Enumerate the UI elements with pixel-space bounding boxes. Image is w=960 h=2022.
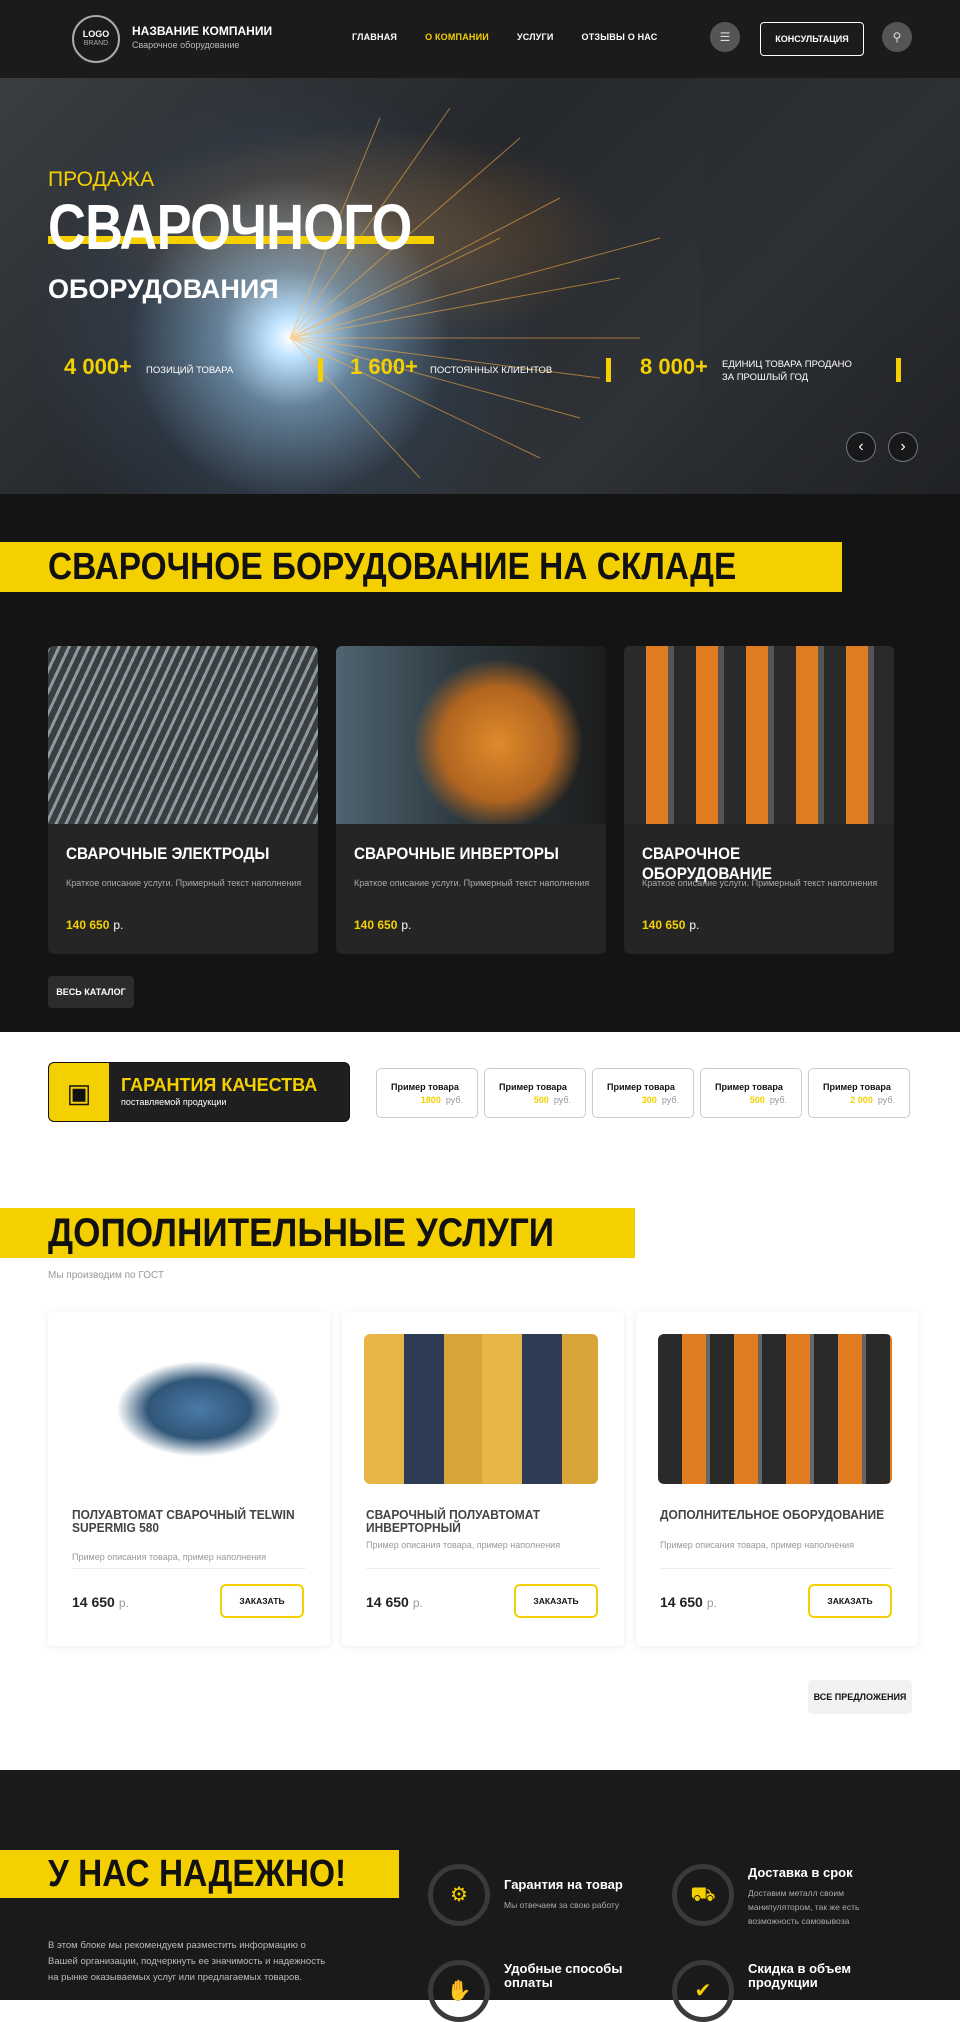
nav-reviews[interactable]: ОТЗЫВЫ О НАС [582, 32, 658, 42]
services-title: ДОПОЛНИТЕЛЬНЫЕ УСЛУГИ [0, 1208, 636, 1258]
feature-title: Гарантия на товар [504, 1877, 623, 1892]
catalog-button[interactable]: ВЕСЬ КАТАЛОГ [48, 976, 134, 1008]
product-chip[interactable]: Пример товара 500 руб. [700, 1068, 802, 1118]
stat-label: ПОЗИЦИЙ ТОВАРА [146, 365, 234, 376]
menu-icon[interactable]: ☰ [710, 22, 740, 52]
card-price: 140 650 р. [642, 918, 700, 932]
order-button[interactable]: ЗАКАЗАТЬ [808, 1584, 892, 1618]
warehouse-section: СВАРОЧНОЕ БОРУДОВАНИЕ НА СКЛАДЕ СВАРОЧНЫ… [0, 494, 960, 1032]
stat-number: 4 000+ [64, 354, 132, 379]
electrodes-image [48, 646, 318, 824]
stat-label: ПОСТОЯННЫХ КЛИЕНТОВ [430, 365, 553, 376]
card-price: 14 650 р. [366, 1594, 423, 1610]
card-desc: Краткое описание услуги. Примерный текст… [66, 878, 302, 888]
card-desc: Пример описания товара, пример наполнени… [366, 1540, 561, 1550]
feature-desc: Мы отвечаем за свою работу [504, 1900, 620, 1910]
divider [660, 1568, 894, 1569]
warranty-icon: ⚙ [428, 1864, 490, 1926]
consultation-button[interactable]: КОНСУЛЬТАЦИЯ [760, 22, 864, 56]
product-chip[interactable]: Пример товара 500 руб. [484, 1068, 586, 1118]
stat-number: 1 600+ [350, 354, 418, 379]
services-subtitle: Мы производим по ГОСТ [48, 1270, 165, 1281]
equipment-image [624, 646, 894, 824]
product-chip[interactable]: Пример товара 2 000 руб. [808, 1068, 910, 1118]
card-title: СВАРОЧНЫЕ ИНВЕРТОРЫ [354, 844, 559, 863]
card-title: ПОЛУАВТОМАТ СВАРОЧНЫЙ TELWIN SUPERMIG 58… [72, 1507, 295, 1535]
card-price: 140 650 р. [66, 918, 124, 932]
delivery-icon: ⛟ [672, 1864, 734, 1926]
inverter-image [336, 646, 606, 824]
guarantee-title: ГАРАНТИЯ КАЧЕСТВА [121, 1075, 318, 1095]
reliability-text: В этом блоке мы рекомендуем разместить и… [48, 1940, 326, 1983]
product-card[interactable]: СВАРОЧНЫЕ ИНВЕРТОРЫ Краткое описание усл… [336, 646, 606, 954]
order-button[interactable]: ЗАКАЗАТЬ [514, 1584, 598, 1618]
card-desc: Пример описания товара, пример наполнени… [72, 1552, 267, 1562]
stat-divider [896, 358, 901, 382]
stat-divider [318, 358, 323, 382]
feature-title: Скидка в объем продукции [748, 1961, 852, 1990]
all-offers-button[interactable]: ВСЕ ПРЕДЛОЖЕНИЯ [808, 1680, 912, 1714]
card-price: 14 650 р. [660, 1594, 717, 1610]
feature-title: Доставка в срок [748, 1865, 853, 1880]
card-price: 14 650 р. [72, 1594, 129, 1610]
card-title: СВАРОЧНЫЕ ЭЛЕКТРОДЫ [66, 844, 270, 863]
hero-pretitle: ПРОДАЖА [48, 168, 155, 191]
company-name: НАЗВАНИЕ КОМПАНИИ [132, 24, 273, 38]
card-title: СВАРОЧНЫЙ ПОЛУАВТОМАТ ИНВЕРТОРНЫЙ [366, 1507, 541, 1535]
guarantee-banner: ▣ ГАРАНТИЯ КАЧЕСТВА поставляемой продукц… [48, 1062, 350, 1122]
hero-title: СВАРОЧНОГО [48, 191, 412, 263]
location-pin-icon[interactable]: ⚲ [882, 22, 912, 52]
card-desc: Краткое описание услуги. Примерный текст… [354, 878, 590, 888]
inverter-semiauto-image [364, 1334, 598, 1484]
nav-about[interactable]: О КОМПАНИИ [425, 32, 489, 42]
slider-prev-icon[interactable]: ‹ [846, 432, 876, 462]
product-card[interactable]: СВАРОЧНЫЕ ЭЛЕКТРОДЫ Краткое описание усл… [48, 646, 318, 954]
product-chip[interactable]: Пример товара 1800 руб. [376, 1068, 478, 1118]
nav-services[interactable]: УСЛУГИ [517, 32, 554, 42]
card-title: ДОПОЛНИТЕЛЬНОЕ ОБОРУДОВАНИЕ [660, 1507, 885, 1522]
payment-icon: ✋ [428, 1960, 490, 2022]
feature-desc: Доставим металл своим манипулятором, так… [748, 1888, 860, 1926]
site-header: LOGO BRAND НАЗВАНИЕ КОМПАНИИ Сварочное об… [0, 0, 960, 78]
main-nav: ГЛАВНАЯ О КОМПАНИИ УСЛУГИ ОТЗЫВЫ О НАС [352, 32, 657, 42]
reliability-title: У НАС НАДЕЖНО! [0, 1850, 399, 1898]
hero-banner: ПРОДАЖА СВАРОЧНОГО ОБОРУДОВАНИЯ 4 000+ П… [0, 78, 960, 494]
card-desc: Пример описания товара, пример наполнени… [660, 1540, 855, 1550]
section-title: СВАРОЧНОЕ БОРУДОВАНИЕ НА СКЛАДЕ [0, 542, 843, 592]
certificate-icon: ▣ [49, 1063, 109, 1121]
stat-divider [606, 358, 611, 382]
hero-subtitle: ОБОРУДОВАНИЯ [48, 274, 279, 304]
stat-label: ЕДИНИЦ ТОВАРА ПРОДАНО ЗА ПРОШЛЫЙ ГОД [722, 359, 852, 383]
feature-title: Удобные способы оплаты [504, 1961, 623, 1990]
card-desc: Краткое описание услуги. Примерный текст… [642, 878, 878, 888]
welder-telwin-image [70, 1334, 304, 1484]
reliability-section: У НАС НАДЕЖНО! В этом блоке мы рекоменду… [0, 1770, 960, 2022]
logo[interactable]: LOGO BRAND [72, 15, 120, 63]
company-tagline: Сварочное оборудование [132, 40, 240, 50]
divider [72, 1568, 306, 1569]
stat-number: 8 000+ [640, 354, 708, 379]
card-price: 140 650 р. [354, 918, 412, 932]
product-card[interactable]: СВАРОЧНОЕ ОБОРУДОВАНИЕ Краткое описание … [624, 646, 894, 954]
service-card[interactable]: СВАРОЧНЫЙ ПОЛУАВТОМАТ ИНВЕРТОРНЫЙ Пример… [342, 1312, 624, 1646]
order-button[interactable]: ЗАКАЗАТЬ [220, 1584, 304, 1618]
service-card[interactable]: ДОПОЛНИТЕЛЬНОЕ ОБОРУДОВАНИЕ Пример описа… [636, 1312, 918, 1646]
discount-icon: ✔ [672, 1960, 734, 2022]
guarantee-subtitle: поставляемой продукции [121, 1097, 227, 1107]
additional-equipment-image [658, 1334, 892, 1484]
product-chip[interactable]: Пример товара 300 руб. [592, 1068, 694, 1118]
slider-next-icon[interactable]: › [888, 432, 918, 462]
divider [366, 1568, 600, 1569]
service-card[interactable]: ПОЛУАВТОМАТ СВАРОЧНЫЙ TELWIN SUPERMIG 58… [48, 1312, 330, 1646]
nav-home[interactable]: ГЛАВНАЯ [352, 32, 397, 42]
